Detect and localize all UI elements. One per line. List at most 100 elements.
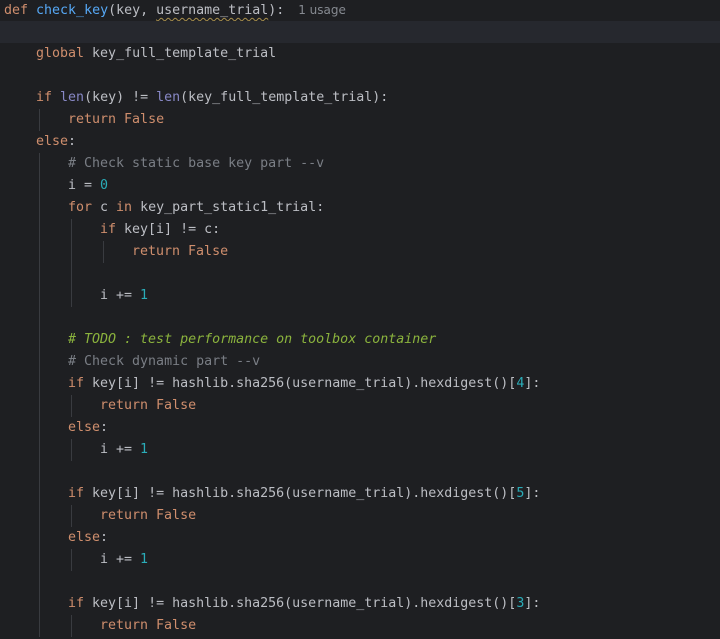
code-line[interactable]: if len(key) != len(key_full_template_tri… (0, 87, 720, 109)
code-token: 0 (100, 178, 109, 193)
code-token: check_key (36, 3, 109, 18)
code-token: # TODO : test performance on toolbox con… (68, 332, 437, 347)
code-token: if (100, 222, 125, 237)
code-text: return False (100, 395, 196, 417)
code-token: : (68, 134, 77, 149)
code-line[interactable]: i += 1 (0, 549, 720, 571)
code-token: global (36, 46, 93, 61)
code-text: return False (68, 109, 164, 131)
code-line[interactable]: if key[i] != c: (0, 219, 720, 241)
usage-hint[interactable]: 1 usage (298, 3, 346, 17)
code-token: : (100, 530, 109, 545)
code-token: False (156, 508, 197, 523)
code-text: global key_full_template_trial (36, 43, 276, 65)
code-text: i += 1 (100, 549, 148, 571)
code-line[interactable]: return False (0, 395, 720, 417)
code-line[interactable]: i += 1 (0, 439, 720, 461)
code-line[interactable]: i += 1 (0, 285, 720, 307)
code-line[interactable]: if key[i] != hashlib.sha256(username_tri… (0, 373, 720, 395)
code-token: False (156, 398, 197, 413)
code-token: if (68, 376, 93, 391)
code-line[interactable]: for c in key_part_static1_trial: (0, 197, 720, 219)
code-token: False (188, 244, 229, 259)
code-line[interactable]: # Check dynamic part --v (0, 351, 720, 373)
code-text: # TODO : test performance on toolbox con… (68, 329, 436, 351)
code-token: 1 (140, 442, 149, 457)
code-line[interactable] (0, 65, 720, 87)
code-token: (key_full_template_trial): (180, 90, 389, 105)
code-text: def check_key(key, username_trial): 1 usa… (4, 0, 346, 22)
code-token: c (100, 200, 117, 215)
code-token: else (36, 134, 69, 149)
code-line[interactable]: return False (0, 615, 720, 637)
code-line[interactable]: if key[i] != hashlib.sha256(username_tri… (0, 483, 720, 505)
code-token: ]: (524, 596, 541, 611)
code-text: if key[i] != hashlib.sha256(username_tri… (68, 593, 540, 615)
code-token: # Check dynamic part --v (68, 354, 261, 369)
code-text: for c in key_part_static1_trial: (68, 197, 324, 219)
code-token: ]: (524, 486, 541, 501)
code-line[interactable]: def check_key(key, username_trial): 1 usa… (0, 0, 720, 21)
code-line[interactable]: # Check static base key part --v (0, 153, 720, 175)
code-text: if key[i] != hashlib.sha256(username_tri… (68, 483, 540, 505)
code-token: 1 (140, 552, 149, 567)
code-line[interactable] (0, 307, 720, 329)
code-text: i += 1 (100, 285, 148, 307)
code-line[interactable] (0, 571, 720, 593)
code-token: return (100, 618, 157, 633)
code-token: def (4, 3, 37, 18)
code-line[interactable]: global key_full_template_trial (0, 43, 720, 65)
code-text: else: (68, 527, 108, 549)
code-token: key[i] != hashlib.sha256(username_trial)… (92, 486, 517, 501)
code-line[interactable] (0, 263, 720, 285)
code-token: len (60, 90, 85, 105)
code-text: i = 0 (68, 175, 108, 197)
code-token: else (68, 530, 101, 545)
code-text: return False (100, 505, 196, 527)
code-token: i += (100, 288, 141, 303)
code-token: i = (68, 178, 101, 193)
code-text: if key[i] != hashlib.sha256(username_tri… (68, 373, 540, 395)
code-token: key[i] != hashlib.sha256(username_trial)… (92, 376, 517, 391)
code-token: username_trial (156, 3, 269, 18)
code-text: if key[i] != c: (100, 219, 220, 241)
code-line[interactable]: else: (0, 527, 720, 549)
code-token: if (36, 90, 61, 105)
code-token: 1 (140, 288, 149, 303)
code-token: for (68, 200, 101, 215)
code-token: key_part_static1_trial: (140, 200, 325, 215)
code-line[interactable]: else: (0, 131, 720, 153)
code-line[interactable]: # TODO : test performance on toolbox con… (0, 329, 720, 351)
code-line[interactable]: else: (0, 417, 720, 439)
code-line[interactable] (0, 461, 720, 483)
code-token: key[i] != c: (124, 222, 221, 237)
code-token: return (100, 398, 157, 413)
code-line[interactable]: if key[i] != hashlib.sha256(username_tri… (0, 593, 720, 615)
code-token: len (156, 90, 181, 105)
code-token: # Check static base key part --v (68, 156, 325, 171)
code-editor[interactable]: def check_key(key, username_trial): 1 usa… (0, 0, 720, 639)
code-token: return (100, 508, 157, 523)
code-token: if (68, 596, 93, 611)
code-token: return (68, 112, 125, 127)
code-token: False (156, 618, 197, 633)
code-line[interactable]: return False (0, 505, 720, 527)
code-token: False (124, 112, 165, 127)
code-token: (key, (108, 3, 157, 18)
code-line[interactable]: return False (0, 109, 720, 131)
code-token: else (68, 420, 101, 435)
code-token: key_full_template_trial (92, 46, 277, 61)
code-text: # Check static base key part --v (68, 153, 324, 175)
code-token: return (132, 244, 189, 259)
code-token: : (100, 420, 109, 435)
code-token: i += (100, 442, 141, 457)
code-token: if (68, 486, 93, 501)
code-token: (key) != (84, 90, 157, 105)
current-line[interactable] (0, 21, 720, 43)
code-text: i += 1 (100, 439, 148, 461)
code-token: key[i] != hashlib.sha256(username_trial)… (92, 596, 517, 611)
code-line[interactable]: i = 0 (0, 175, 720, 197)
code-token: i += (100, 552, 141, 567)
code-token: ): (268, 3, 285, 18)
code-line[interactable]: return False (0, 241, 720, 263)
